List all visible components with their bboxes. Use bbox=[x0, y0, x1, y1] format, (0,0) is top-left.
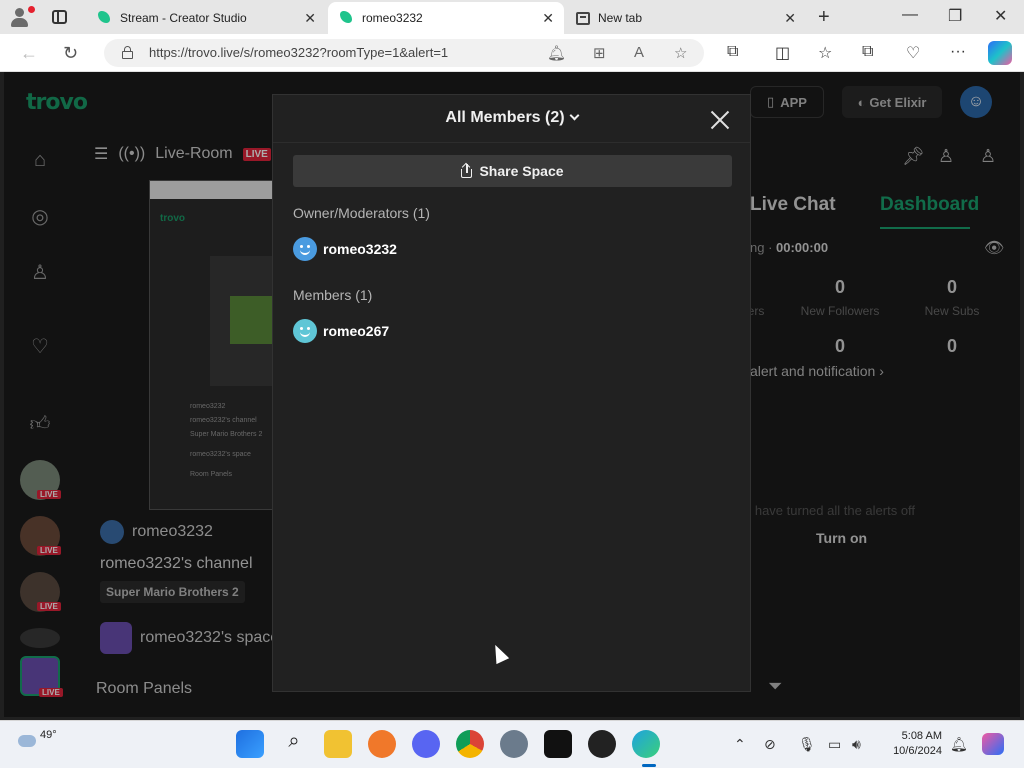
new-tab-page-icon bbox=[576, 11, 590, 25]
edge-icon[interactable] bbox=[632, 730, 660, 758]
close-tab-icon[interactable]: ✕ bbox=[542, 10, 554, 27]
dialog-title: All Members (2) bbox=[445, 109, 565, 126]
divider bbox=[273, 142, 750, 143]
display-icon[interactable]: ▭ bbox=[828, 736, 841, 753]
tab-title: New tab bbox=[598, 11, 643, 25]
close-tab-icon[interactable]: ✕ bbox=[784, 10, 796, 27]
refresh-icon[interactable]: ↻ bbox=[63, 43, 78, 64]
url-text[interactable]: https://trovo.live/s/romeo3232?roomType=… bbox=[149, 45, 448, 60]
chevron-up-icon[interactable]: ⌃ bbox=[734, 736, 746, 753]
owner-moderators-heading: Owner/Moderators (1) bbox=[293, 205, 430, 221]
windows-taskbar: 49° ⌕ ⌃ ⊘ 🎙︎ ▭ 🔊︎ 5:08 AM 10/6/2024 🔔︎ bbox=[0, 720, 1024, 768]
extensions-icon[interactable]: ⧉ bbox=[727, 43, 738, 61]
file-explorer-icon[interactable] bbox=[324, 730, 352, 758]
copilot-taskbar-icon[interactable] bbox=[982, 733, 1004, 755]
microphone-icon[interactable]: 🎙︎ bbox=[798, 736, 816, 753]
lock-icon[interactable] bbox=[122, 46, 133, 59]
copilot-icon[interactable] bbox=[988, 41, 1012, 65]
weather-temp: 49° bbox=[40, 729, 57, 741]
close-icon[interactable] bbox=[709, 109, 731, 131]
address-toolbar: ← ↻ https://trovo.live/s/romeo3232?roomT… bbox=[0, 34, 1024, 72]
share-icon bbox=[461, 162, 473, 178]
address-bar[interactable]: https://trovo.live/s/romeo3232?roomType=… bbox=[104, 39, 704, 67]
back-arrow-icon[interactable]: ← bbox=[20, 43, 38, 64]
chevron-down-icon bbox=[569, 110, 580, 121]
favorite-star-icon[interactable]: ☆ bbox=[674, 44, 687, 62]
browser-tab-romeo3232[interactable]: romeo3232 ✕ bbox=[328, 2, 564, 34]
notification-bell-icon[interactable]: 🔔︎ bbox=[950, 736, 968, 753]
avatar bbox=[293, 319, 317, 343]
close-tab-icon[interactable]: ✕ bbox=[304, 10, 316, 27]
start-button-icon[interactable] bbox=[236, 730, 264, 758]
trovo-favicon-icon bbox=[96, 10, 112, 26]
clock-date: 10/6/2024 bbox=[893, 745, 942, 757]
tab-actions-icon[interactable] bbox=[52, 10, 67, 24]
weather-widget[interactable]: 49° bbox=[18, 729, 57, 747]
cloud-icon bbox=[18, 735, 36, 747]
active-app-indicator bbox=[642, 764, 656, 767]
member-name: romeo267 bbox=[323, 323, 390, 339]
share-space-button[interactable]: Share Space bbox=[293, 155, 732, 187]
members-dropdown[interactable]: All Members (2) bbox=[273, 109, 750, 127]
apps-icon[interactable]: ⊞ bbox=[593, 44, 606, 62]
tab-title: Stream - Creator Studio bbox=[120, 11, 247, 25]
firefox-icon[interactable] bbox=[368, 730, 396, 758]
audio-app-icon[interactable] bbox=[544, 730, 572, 758]
avatar bbox=[293, 237, 317, 261]
restore-button[interactable]: ❐ bbox=[948, 6, 962, 26]
browser-tab-creator-studio[interactable]: Stream - Creator Studio ✕ bbox=[86, 2, 326, 34]
profile-icon[interactable] bbox=[8, 6, 35, 28]
notification-bell-icon[interactable]: 🔔︎ bbox=[547, 44, 566, 62]
members-heading: Members (1) bbox=[293, 287, 373, 303]
discord-icon[interactable] bbox=[412, 730, 440, 758]
all-members-dialog: All Members (2) Share Space Owner/Modera… bbox=[272, 94, 751, 692]
chrome-icon[interactable] bbox=[456, 730, 484, 758]
more-menu-icon[interactable]: ··· bbox=[950, 43, 966, 61]
network-off-icon[interactable]: ⊘ bbox=[764, 736, 776, 753]
member-row[interactable]: romeo267 bbox=[293, 319, 389, 343]
tab-title: romeo3232 bbox=[362, 11, 423, 25]
member-name: romeo3232 bbox=[323, 241, 397, 257]
search-icon[interactable]: ⌕ bbox=[280, 730, 308, 758]
member-row[interactable]: romeo3232 bbox=[293, 237, 397, 261]
read-aloud-icon[interactable]: A bbox=[634, 44, 644, 61]
browser-essentials-icon[interactable]: ♡ bbox=[906, 43, 920, 63]
minimize-button[interactable]: — bbox=[902, 6, 918, 24]
new-tab-button[interactable]: + bbox=[818, 6, 830, 29]
close-window-button[interactable]: ✕ bbox=[994, 6, 1007, 26]
volume-icon[interactable]: 🔊︎ bbox=[852, 736, 861, 753]
obs-icon[interactable] bbox=[588, 730, 616, 758]
settings-gear-icon[interactable] bbox=[500, 730, 528, 758]
trovo-favicon-icon bbox=[338, 10, 354, 26]
browser-tab-bar: Stream - Creator Studio ✕ romeo3232 ✕ Ne… bbox=[0, 0, 1024, 34]
clock-time: 5:08 AM bbox=[901, 730, 942, 742]
favorites-icon[interactable]: ☆ bbox=[818, 43, 832, 63]
split-screen-icon[interactable]: ◫ bbox=[775, 43, 790, 63]
share-space-label: Share Space bbox=[479, 163, 564, 179]
system-clock[interactable]: 5:08 AM 10/6/2024 bbox=[882, 729, 942, 759]
browser-tab-new-tab[interactable]: New tab ✕ bbox=[566, 2, 806, 34]
collections-icon[interactable]: ⧉ bbox=[862, 43, 873, 61]
